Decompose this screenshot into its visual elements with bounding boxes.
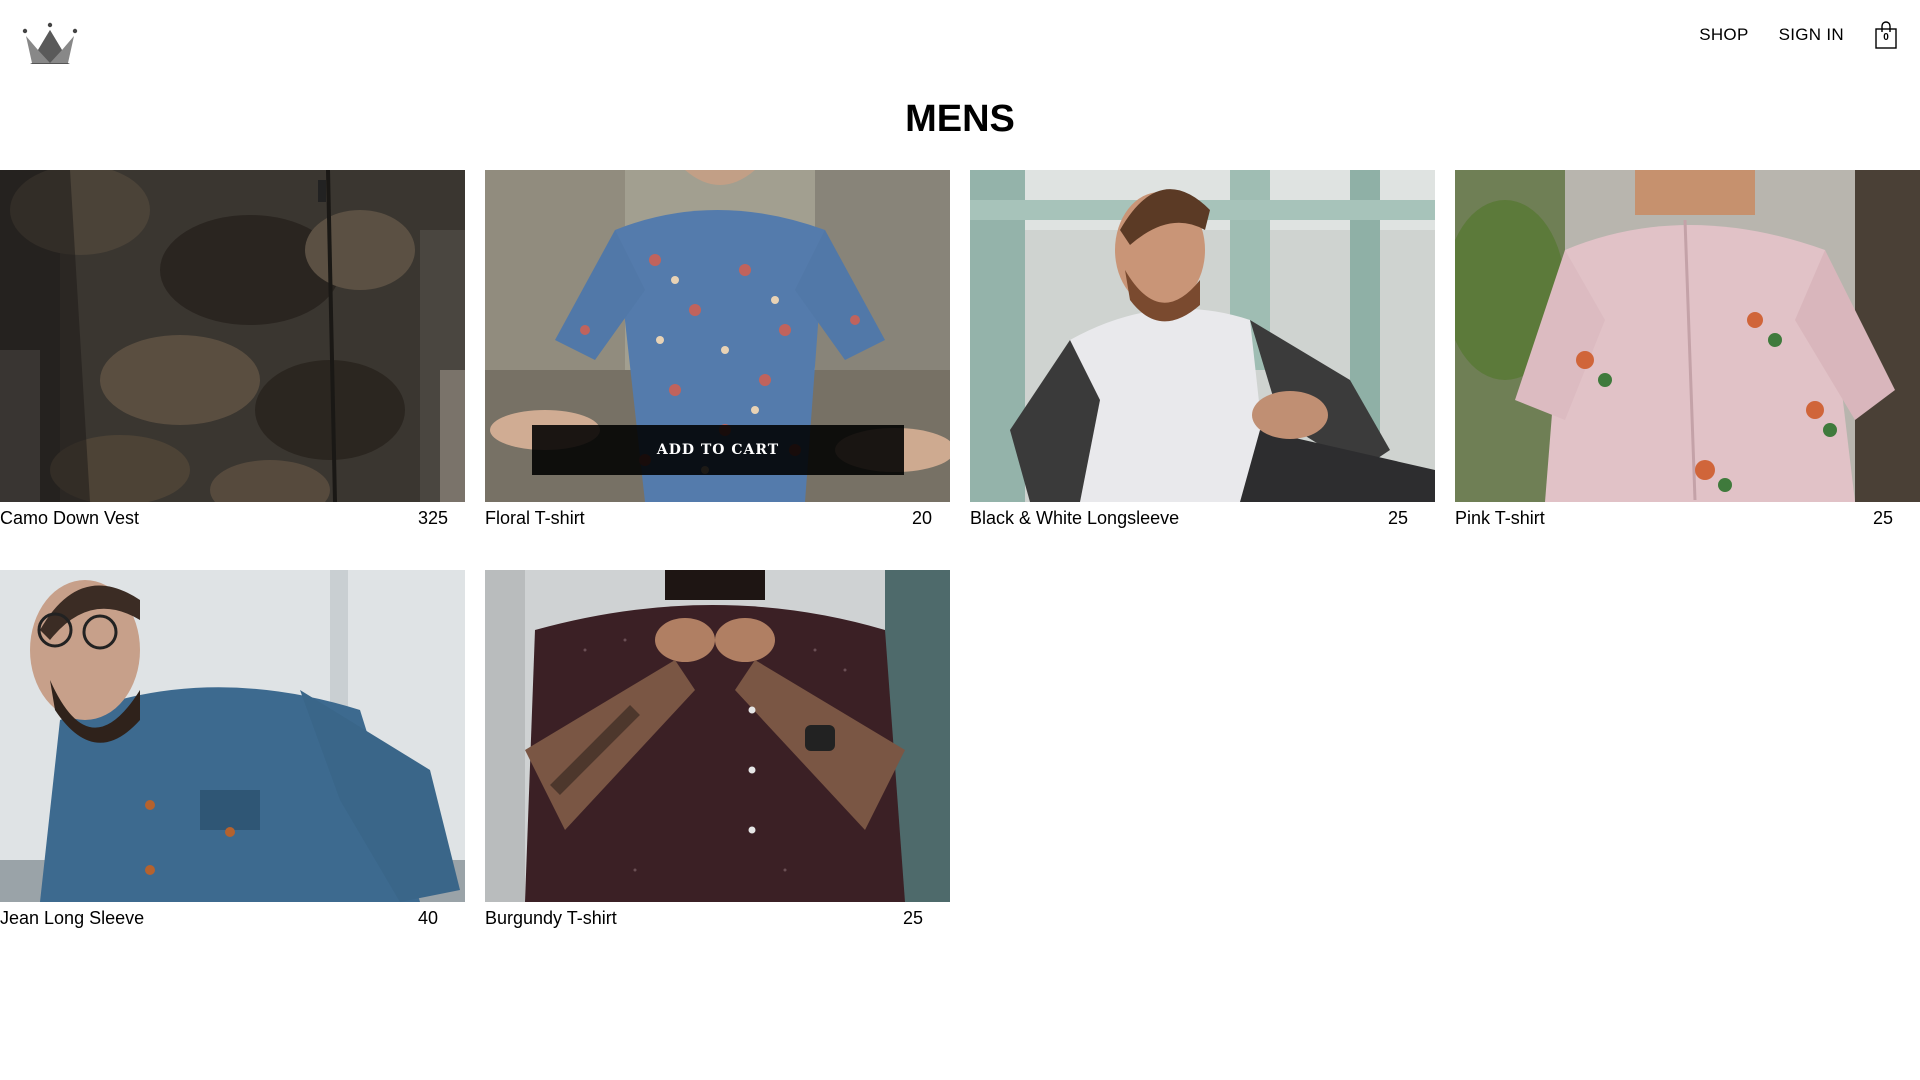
product-name[interactable]: Burgundy T-shirt — [485, 908, 617, 929]
product-name[interactable]: Black & White Longsleeve — [970, 508, 1179, 529]
product-grid: Camo Down Vest 325 ADD TO CART Floral T-… — [0, 170, 1920, 930]
product-price: 25 — [1388, 508, 1409, 528]
product-image[interactable] — [970, 170, 1435, 502]
product-card[interactable]: ADD TO CART Floral T-shirt 20 — [485, 170, 950, 530]
product-info: Black & White Longsleeve 25 — [970, 502, 1435, 530]
product-name[interactable]: Floral T-shirt — [485, 508, 585, 529]
cart-count: 0 — [1883, 32, 1889, 43]
main-nav: SHOP SIGN IN 0 — [1699, 0, 1920, 70]
product-card[interactable]: Black & White Longsleeve 25 — [970, 170, 1435, 530]
product-image[interactable]: ADD TO CART — [485, 170, 950, 502]
product-card[interactable]: Jean Long Sleeve 40 — [0, 570, 465, 930]
nav-shop[interactable]: SHOP — [1699, 25, 1748, 45]
crown-icon[interactable] — [22, 22, 78, 68]
product-name[interactable]: Pink T-shirt — [1455, 508, 1545, 529]
cart-button[interactable]: 0 — [1874, 21, 1898, 49]
nav-sign-in[interactable]: SIGN IN — [1779, 25, 1844, 45]
product-image[interactable] — [1455, 170, 1920, 502]
product-info: Jean Long Sleeve 40 — [0, 902, 465, 930]
product-image[interactable] — [0, 570, 465, 902]
add-to-cart-button[interactable]: ADD TO CART — [532, 425, 904, 475]
product-price: 325 — [418, 508, 449, 528]
product-price: 20 — [912, 508, 933, 528]
product-card[interactable]: Pink T-shirt 25 — [1455, 170, 1920, 530]
product-name[interactable]: Jean Long Sleeve — [0, 908, 144, 929]
product-name[interactable]: Camo Down Vest — [0, 508, 139, 529]
product-info: Floral T-shirt 20 — [485, 502, 950, 530]
product-card[interactable]: Camo Down Vest 325 — [0, 170, 465, 530]
product-card[interactable]: Burgundy T-shirt 25 — [485, 570, 950, 930]
product-price: 25 — [1873, 508, 1894, 528]
product-price: 40 — [418, 908, 439, 928]
product-info: Pink T-shirt 25 — [1455, 502, 1920, 530]
product-price: 25 — [903, 908, 924, 928]
product-image[interactable] — [0, 170, 465, 502]
product-info: Camo Down Vest 325 — [0, 502, 465, 530]
site-header: SHOP SIGN IN 0 — [0, 0, 1920, 80]
page-title: MENS — [905, 98, 1015, 140]
product-info: Burgundy T-shirt 25 — [485, 902, 950, 930]
product-image[interactable] — [485, 570, 950, 902]
